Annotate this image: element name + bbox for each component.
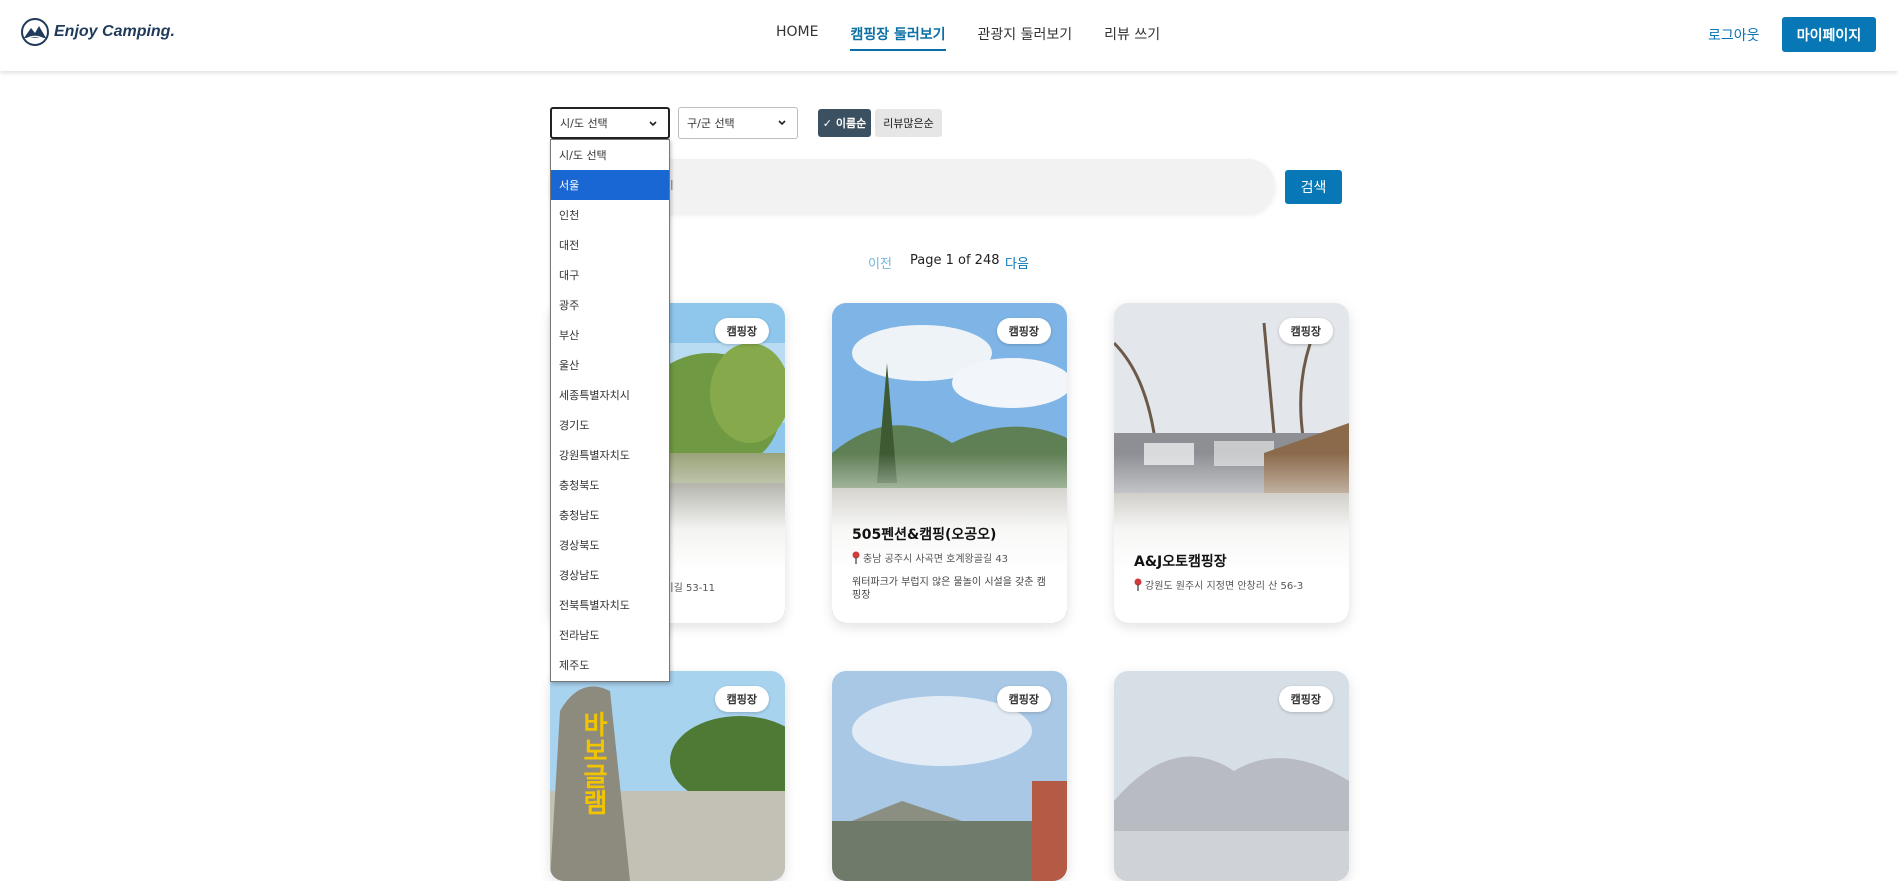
gugun-select[interactable]: 구/군 선택: [678, 107, 798, 139]
search-button[interactable]: 검색: [1285, 170, 1342, 204]
stone-sign: 바보글램: [578, 711, 608, 815]
sido-select-value: 시/도 선택: [560, 117, 608, 130]
sido-option[interactable]: 대전: [551, 230, 669, 260]
sido-option[interactable]: 경상북도: [551, 530, 669, 560]
mypage-button[interactable]: 마이페이지: [1782, 17, 1876, 52]
chevron-down-icon: [778, 120, 786, 126]
sido-option[interactable]: 인천: [551, 200, 669, 230]
category-badge: 캠핑장: [1278, 686, 1333, 712]
category-badge: 캠핑장: [714, 686, 769, 712]
sido-option[interactable]: 부산: [551, 320, 669, 350]
sido-option[interactable]: 시/도 선택: [551, 140, 669, 170]
card-title: 505펜션&캠핑(오공오): [852, 527, 997, 543]
logo-text: Enjoy Camping.: [54, 23, 175, 40]
location-pin-icon: [1134, 578, 1142, 591]
mountain-logo-icon: [21, 18, 49, 46]
card-fade: [1114, 453, 1349, 623]
camp-card[interactable]: 캠핑장 505펜션&캠핑(오공오) 충남 공주시 사곡면 호계왕골길 43 워터…: [832, 303, 1067, 623]
nav-home[interactable]: HOME: [776, 24, 818, 51]
card-address: 충남 공주시 사곡면 호계왕골길 43: [852, 550, 1008, 565]
sido-option[interactable]: 서울: [551, 170, 669, 200]
category-badge: 캠핑장: [996, 686, 1051, 712]
card-address: 강원도 원주시 지정면 안창리 산 56-3: [1134, 577, 1303, 592]
gugun-select-value: 구/군 선택: [687, 117, 735, 130]
search-input-text: l: [670, 178, 674, 194]
sido-option[interactable]: 세종특별자치시: [551, 380, 669, 410]
nav-tour[interactable]: 관광지 둘러보기: [978, 24, 1073, 51]
sido-option[interactable]: 제주도: [551, 650, 669, 680]
camp-card[interactable]: 캠핑장 A&J오토캠핑장 강원도 원주시 지정면 안창리 산 56-3: [1114, 303, 1349, 623]
sido-option[interactable]: 충청북도: [551, 470, 669, 500]
card-title: A&J오토캠핑장: [1134, 554, 1227, 570]
logo[interactable]: Enjoy Camping.: [20, 17, 175, 47]
pagination-prev[interactable]: 이전: [868, 253, 892, 272]
site-header: Enjoy Camping. HOME 캠핑장 둘러보기 관광지 둘러보기 리뷰…: [0, 0, 1898, 71]
category-badge: 캠핑장: [714, 318, 769, 344]
card-description: 워터파크가 부럽지 않은 물놀이 시설을 갖춘 캠핑장: [852, 577, 1046, 601]
pagination-next[interactable]: 다음: [1005, 253, 1029, 272]
sido-option[interactable]: 광주: [551, 290, 669, 320]
location-pin-icon: [852, 551, 860, 564]
sido-option[interactable]: 대구: [551, 260, 669, 290]
pagination-info: Page 1 of 248: [910, 253, 1000, 268]
nav-camping[interactable]: 캠핑장 둘러보기: [850, 24, 946, 51]
sido-option[interactable]: 강원특별자치도: [551, 440, 669, 470]
main-nav: HOME 캠핑장 둘러보기 관광지 둘러보기 리뷰 쓰기: [776, 24, 1192, 51]
sido-option[interactable]: 울산: [551, 350, 669, 380]
sido-option[interactable]: 경상남도: [551, 560, 669, 590]
sido-select[interactable]: 시/도 선택: [550, 107, 670, 139]
sido-option[interactable]: 경기도: [551, 410, 669, 440]
logout-link[interactable]: 로그아웃: [1708, 25, 1760, 45]
camp-card[interactable]: 캠핑장: [832, 671, 1067, 881]
sido-option[interactable]: 전라남도: [551, 620, 669, 650]
sort-by-name-button[interactable]: ✓ 이름순: [818, 109, 871, 137]
nav-review[interactable]: 리뷰 쓰기: [1104, 24, 1160, 51]
camp-card[interactable]: 캠핑장: [1114, 671, 1349, 881]
sido-dropdown-list: 시/도 선택 서울 인천 대전 대구 광주 부산 울산 세종특별자치시 경기도 …: [550, 139, 670, 682]
category-badge: 캠핑장: [996, 318, 1051, 344]
category-badge: 캠핑장: [1278, 318, 1333, 344]
chevron-down-icon: [649, 121, 657, 127]
sido-option[interactable]: 충청남도: [551, 500, 669, 530]
sido-option[interactable]: 전북특별자치도: [551, 590, 669, 620]
camp-card[interactable]: 바보글램 캠핑장: [550, 671, 785, 881]
sort-by-review-button[interactable]: 리뷰많은순: [875, 109, 942, 137]
